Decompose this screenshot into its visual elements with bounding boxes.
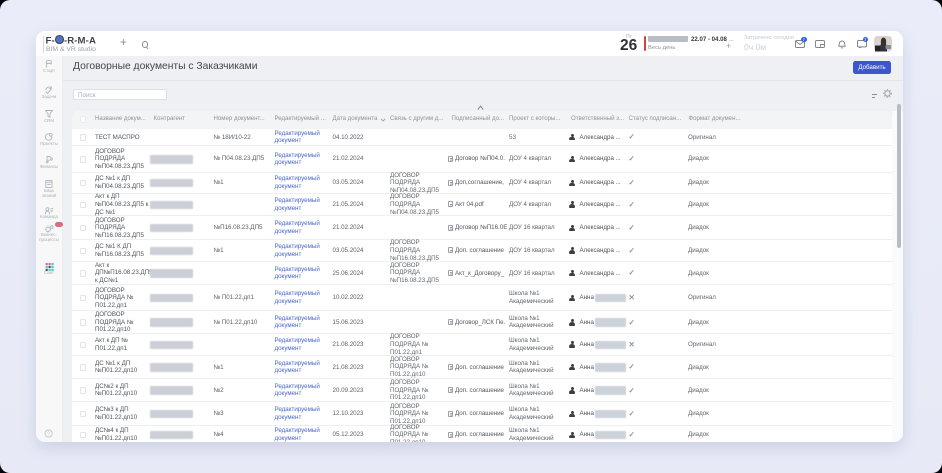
svg-text:?: ? <box>47 431 50 437</box>
